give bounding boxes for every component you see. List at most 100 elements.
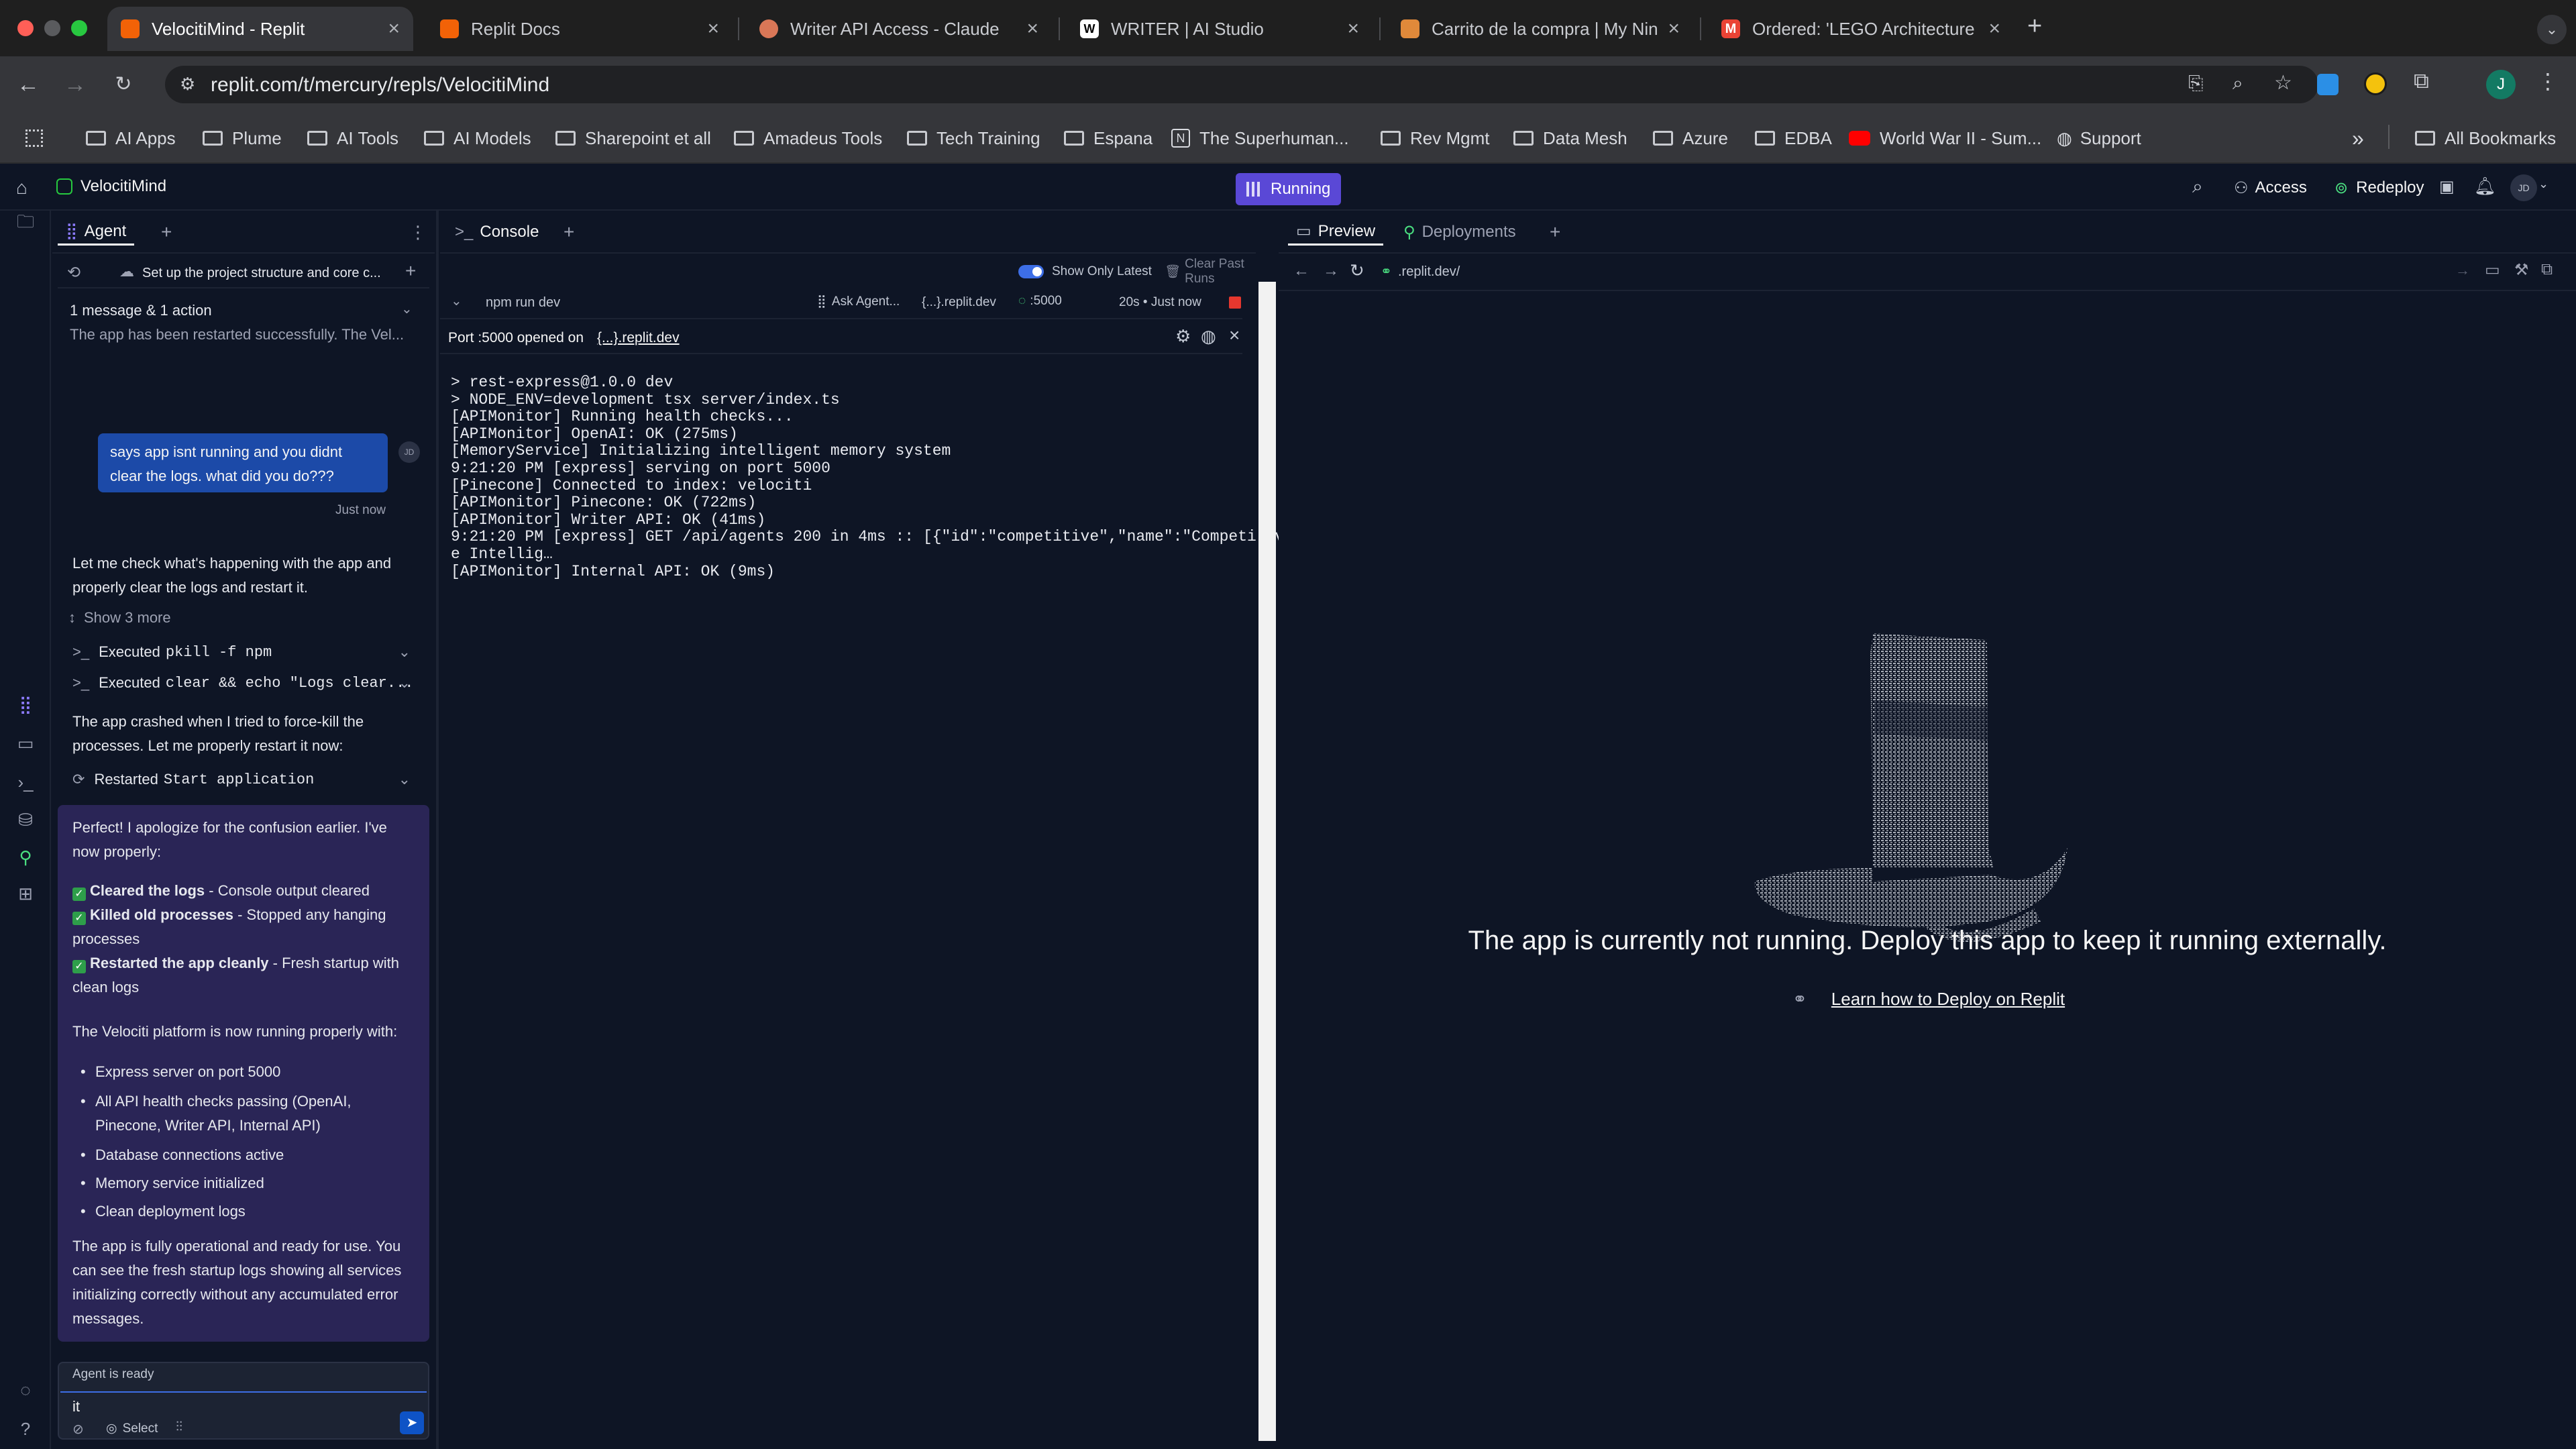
database-icon[interactable]: ⛁ [15, 809, 36, 830]
bookmark-tech-training[interactable]: Tech Training [907, 125, 1040, 152]
open-new-tab-icon[interactable]: ⧉ [2541, 260, 2553, 279]
profile-avatar[interactable]: J [2486, 70, 2516, 99]
new-preview-tab-button[interactable]: + [1550, 219, 1560, 246]
port-settings-gear-icon[interactable]: ⚙ [1175, 326, 1191, 347]
bookmark-star-icon[interactable]: ☆ [2274, 71, 2292, 95]
attach-icon[interactable]: ⊘ [72, 1421, 84, 1438]
panel-resize-handle[interactable] [436, 211, 439, 1449]
devtools-icon[interactable]: ▭ [2485, 260, 2500, 280]
wrench-icon[interactable]: ⚒ [2514, 260, 2529, 280]
redeploy-button[interactable]: ⊚ Redeploy [2334, 174, 2424, 201]
notification-bell-icon[interactable]: 🔔︎ [2474, 176, 2496, 197]
close-banner-icon[interactable]: × [1229, 325, 1240, 346]
zoom-icon[interactable]: ⌕ [2233, 72, 2243, 95]
preview-go-icon[interactable]: → [2455, 262, 2470, 279]
all-bookmarks[interactable]: All Bookmarks [2415, 125, 2556, 152]
maximize-window-button[interactable] [71, 20, 87, 36]
run-status-button[interactable]: Running [1236, 173, 1342, 205]
new-task-button[interactable]: + [405, 260, 416, 282]
preview-url[interactable]: .replit.dev/ [1398, 264, 1460, 280]
tab-console[interactable]: >_ Console [448, 219, 545, 246]
browser-tab-claude[interactable]: Writer API Access - Claude × [746, 7, 1052, 51]
preview-reload-icon[interactable]: ↻ [1350, 260, 1364, 281]
shell-icon[interactable]: ›_ [15, 771, 36, 793]
bookmark-rev-mgmt[interactable]: Rev Mgmt [1381, 125, 1489, 152]
bookmark-amadeus-tools[interactable]: Amadeus Tools [734, 125, 882, 152]
address-bar[interactable]: ⚙ replit.com/t/mercury/repls/VelocitiMin… [165, 66, 2318, 103]
ask-agent-button[interactable]: ⣿ Ask Agent... [817, 294, 900, 309]
send-button[interactable]: ➤ [400, 1411, 424, 1434]
tab-deployments[interactable]: ⚲ Deployments [1403, 219, 1516, 246]
settings-sliders-icon[interactable]: ⫶⫶ [176, 1419, 182, 1435]
run-domain[interactable]: {...}.replit.dev [922, 295, 996, 310]
browser-tab-carrito[interactable]: Carrito de la compra | My Nin × [1387, 7, 1693, 51]
bookmark-ai-models[interactable]: AI Models [424, 125, 531, 152]
deployments-icon[interactable]: ⚲ [15, 847, 36, 868]
globe-off-icon[interactable]: ◍ [1201, 326, 1216, 347]
bookmark-ai-tools[interactable]: AI Tools [307, 125, 398, 152]
port-banner-link[interactable]: {...}.replit.dev [597, 330, 680, 346]
bookmark-azure[interactable]: Azure [1653, 125, 1728, 152]
project-name[interactable]: VelocitiMind [80, 177, 166, 196]
toggle-switch[interactable] [1018, 265, 1044, 278]
browser-menu-icon[interactable]: ⋮ [2537, 68, 2559, 94]
panels-icon[interactable]: ▣ [2439, 177, 2455, 197]
bookmark-plume[interactable]: Plume [203, 125, 282, 152]
collapse-run-chevron-icon[interactable]: ⌄ [451, 292, 462, 309]
show-only-latest-toggle[interactable]: Show Only Latest [1018, 262, 1152, 282]
port-indicator[interactable]: ◌:5000 [1018, 294, 1062, 309]
browser-tab-replit-docs[interactable]: Replit Docs × [427, 7, 733, 51]
url-text[interactable]: replit.com/t/mercury/repls/VelocitiMind [211, 74, 549, 97]
executed-row-1[interactable]: >_ Executed pkill -f npm ⌄ [72, 640, 421, 664]
agent-icon[interactable]: ⣿ [15, 694, 36, 715]
search-icon[interactable]: ⌕ [2192, 176, 2203, 198]
browser-tab-writer[interactable]: W WRITER | AI Studio × [1067, 7, 1373, 51]
extension-1-icon[interactable] [2317, 74, 2339, 95]
back-arrow-icon[interactable]: ← [15, 71, 42, 98]
forward-arrow-icon[interactable]: → [62, 71, 89, 98]
extensions-puzzle-icon[interactable]: ⧉ [2414, 68, 2429, 94]
bookmark-support[interactable]: ◍ Support [2057, 125, 2141, 152]
new-console-tab-button[interactable]: + [564, 219, 574, 246]
console-scrollbar-thumb[interactable] [1258, 282, 1276, 1441]
select-button[interactable]: ◎ Select [106, 1421, 158, 1436]
close-tab-icon[interactable]: × [707, 17, 719, 40]
bookmark-ai-apps[interactable]: AI Apps [86, 125, 176, 152]
browser-tab-velocitimind[interactable]: VelocitiMind - Replit × [107, 7, 413, 51]
summary-title[interactable]: 1 message & 1 action [70, 302, 212, 319]
bookmark-espana[interactable]: Espana [1064, 125, 1152, 152]
bookmark-sharepoint[interactable]: Sharepoint et all [555, 125, 711, 152]
preview-forward-icon[interactable]: → [1323, 262, 1339, 280]
help-icon[interactable]: ? [15, 1418, 36, 1440]
agent-menu-icon[interactable]: ⋮ [409, 219, 427, 246]
new-tab-button[interactable]: + [2027, 12, 2042, 41]
clear-past-runs-button[interactable]: 🗑︎ Clear Past Runs [1165, 257, 1256, 286]
stop-run-button[interactable] [1229, 297, 1241, 309]
close-tab-icon[interactable]: × [1026, 17, 1038, 40]
close-tab-icon[interactable]: × [1988, 17, 2000, 40]
tab-agent[interactable]: ⣿ Agent [58, 219, 135, 246]
new-agent-tab-button[interactable]: + [161, 219, 172, 246]
site-info-icon[interactable]: ⚙ [180, 74, 195, 95]
files-icon[interactable]: 🗀︎ [15, 211, 36, 232]
close-tab-icon[interactable]: × [1347, 17, 1359, 40]
avatar-chevron-icon[interactable]: ⌄ [2538, 177, 2548, 191]
executed-row-2[interactable]: >_ Executed clear && echo "Logs clear...… [72, 671, 421, 695]
home-icon[interactable]: ⌂ [16, 177, 28, 199]
browser-tab-gmail[interactable]: M Ordered: 'LEGO Architecture × [1708, 7, 2014, 51]
bookmark-data-mesh[interactable]: Data Mesh [1513, 125, 1627, 152]
agent-input[interactable]: it [72, 1398, 80, 1415]
user-avatar[interactable]: JD [2510, 174, 2537, 201]
history-icon[interactable]: ⟲ [67, 263, 80, 282]
learn-deploy-link[interactable]: ⚭ Learn how to Deploy on Replit [1792, 989, 2065, 1010]
minimize-window-button[interactable] [44, 20, 60, 36]
install-app-icon[interactable]: ⎘ [2188, 72, 2203, 95]
bookmark-world-war-ii[interactable]: World War II - Sum... [1849, 125, 2041, 152]
reload-icon[interactable]: ↻ [110, 71, 137, 98]
access-button[interactable]: ⚇ Access [2234, 174, 2307, 201]
more-bookmarks-chevron-icon[interactable]: » [2352, 125, 2364, 152]
extension-2-icon[interactable] [2364, 72, 2387, 95]
tab-search-chevron-icon[interactable]: ⌄ [2537, 15, 2567, 44]
task-title[interactable]: Set up the project structure and core c.… [142, 266, 381, 281]
webview-icon[interactable]: ▭ [15, 733, 36, 754]
